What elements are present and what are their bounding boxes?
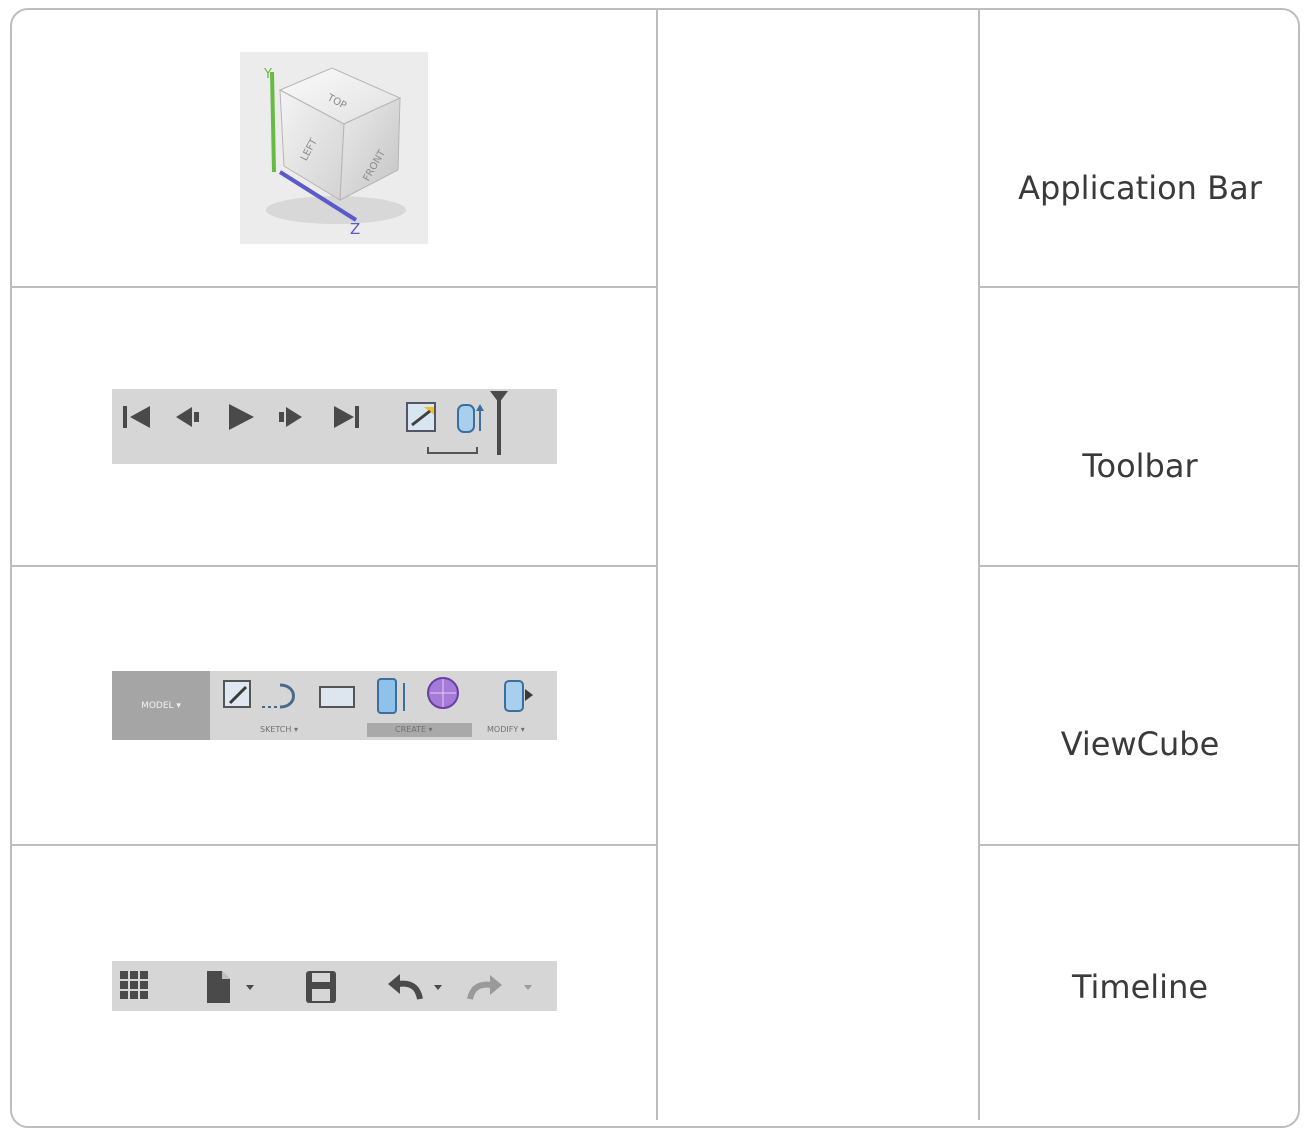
row-divider (10, 286, 657, 288)
create-menu-label: CREATE (395, 725, 426, 734)
revolve-icon[interactable] (262, 683, 295, 709)
label-cell: Toolbar (980, 326, 1300, 606)
data-panel-grid-icon[interactable] (120, 971, 148, 999)
axis-z-label: Z (350, 220, 360, 238)
timeline-bar (112, 389, 557, 464)
timeline-marker-icon[interactable] (490, 391, 508, 455)
step-forward-icon[interactable] (279, 407, 302, 427)
undo-icon[interactable] (388, 974, 442, 1000)
file-icon[interactable] (207, 971, 254, 1003)
timeline-label: Timeline (1071, 968, 1209, 1006)
toolbar-bar: MODEL ▾ SKETCH ▾ CREATE ▾ MODIFY ▾ (112, 671, 557, 740)
play-icon[interactable] (229, 404, 254, 430)
press-pull-icon[interactable] (504, 680, 533, 712)
modify-menu-label: MODIFY (487, 725, 519, 734)
create-sketch-icon[interactable] (223, 680, 251, 708)
label-cell: Application Bar (980, 48, 1300, 328)
y-axis-line (270, 71, 276, 173)
toolbar-label: Toolbar (1082, 447, 1198, 485)
save-icon[interactable] (306, 971, 336, 1003)
label-cell: ViewCube (980, 604, 1300, 884)
application-bar-label: Application Bar (1018, 169, 1262, 207)
sphere-icon[interactable] (427, 677, 459, 709)
viewcube-label: ViewCube (1060, 725, 1220, 763)
sketch-feature-icon[interactable] (406, 402, 436, 432)
sketch-menu-label: SKETCH (260, 725, 292, 734)
feature-group-bracket (427, 447, 478, 454)
viewcube-image: Y TOP LEFT FRONT Z (240, 52, 428, 244)
application-bar (112, 961, 557, 1011)
redo-icon[interactable] (467, 975, 532, 1000)
label-cell: Timeline (980, 847, 1300, 1127)
viewcube-icon: Y TOP LEFT FRONT Z (263, 67, 406, 238)
axis-y-label: Y (263, 67, 272, 82)
extrude-feature-icon[interactable] (457, 404, 484, 433)
row-divider (10, 565, 657, 567)
column-divider (656, 8, 658, 1120)
skip-to-end-icon[interactable] (334, 406, 359, 428)
step-back-icon[interactable] (176, 407, 199, 427)
extrude-icon[interactable] (377, 678, 405, 714)
row-divider (10, 844, 657, 846)
skip-to-start-icon[interactable] (123, 406, 150, 428)
rectangle-icon[interactable] (319, 686, 355, 708)
